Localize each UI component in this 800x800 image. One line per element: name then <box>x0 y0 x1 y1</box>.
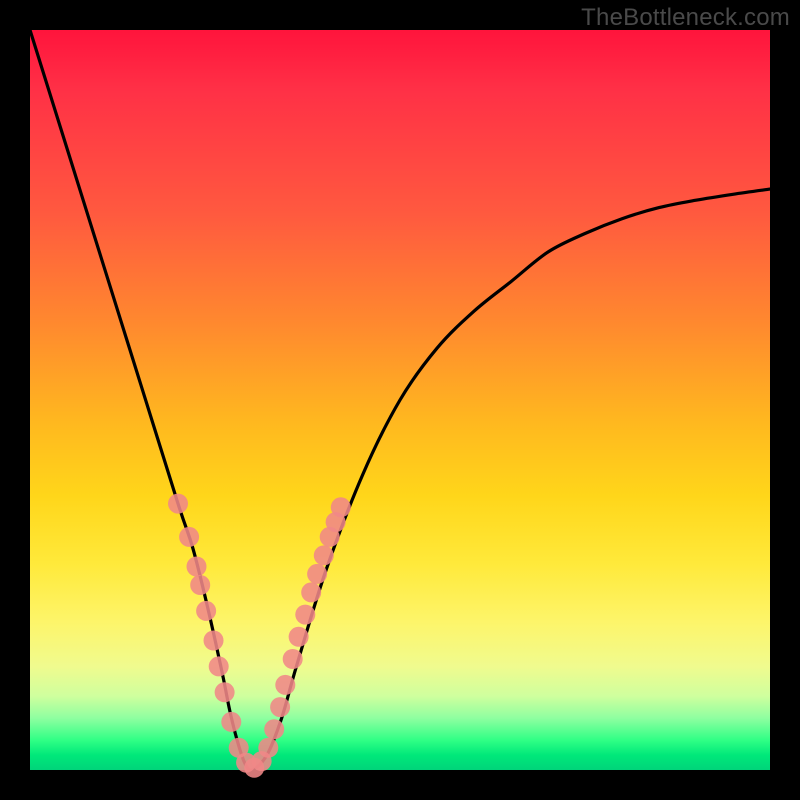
marker-layer <box>168 494 351 778</box>
marker-point <box>204 631 224 651</box>
marker-point <box>331 497 351 517</box>
chart-svg <box>30 30 770 770</box>
chart-frame: TheBottleneck.com <box>0 0 800 800</box>
marker-point <box>179 527 199 547</box>
marker-point <box>187 557 207 577</box>
marker-point <box>307 564 327 584</box>
marker-point <box>275 675 295 695</box>
marker-point <box>209 656 229 676</box>
marker-point <box>283 649 303 669</box>
marker-point <box>264 719 284 739</box>
curve-layer <box>30 30 770 770</box>
marker-point <box>301 582 321 602</box>
marker-point <box>295 605 315 625</box>
marker-point <box>258 738 278 758</box>
watermark-text: TheBottleneck.com <box>581 4 790 32</box>
marker-point <box>270 697 290 717</box>
marker-point <box>215 682 235 702</box>
marker-point <box>221 712 241 732</box>
plot-area <box>30 30 770 770</box>
bottleneck-curve-path <box>30 30 770 770</box>
marker-point <box>168 494 188 514</box>
marker-point <box>314 545 334 565</box>
marker-point <box>196 601 216 621</box>
marker-point <box>289 627 309 647</box>
marker-point <box>190 575 210 595</box>
